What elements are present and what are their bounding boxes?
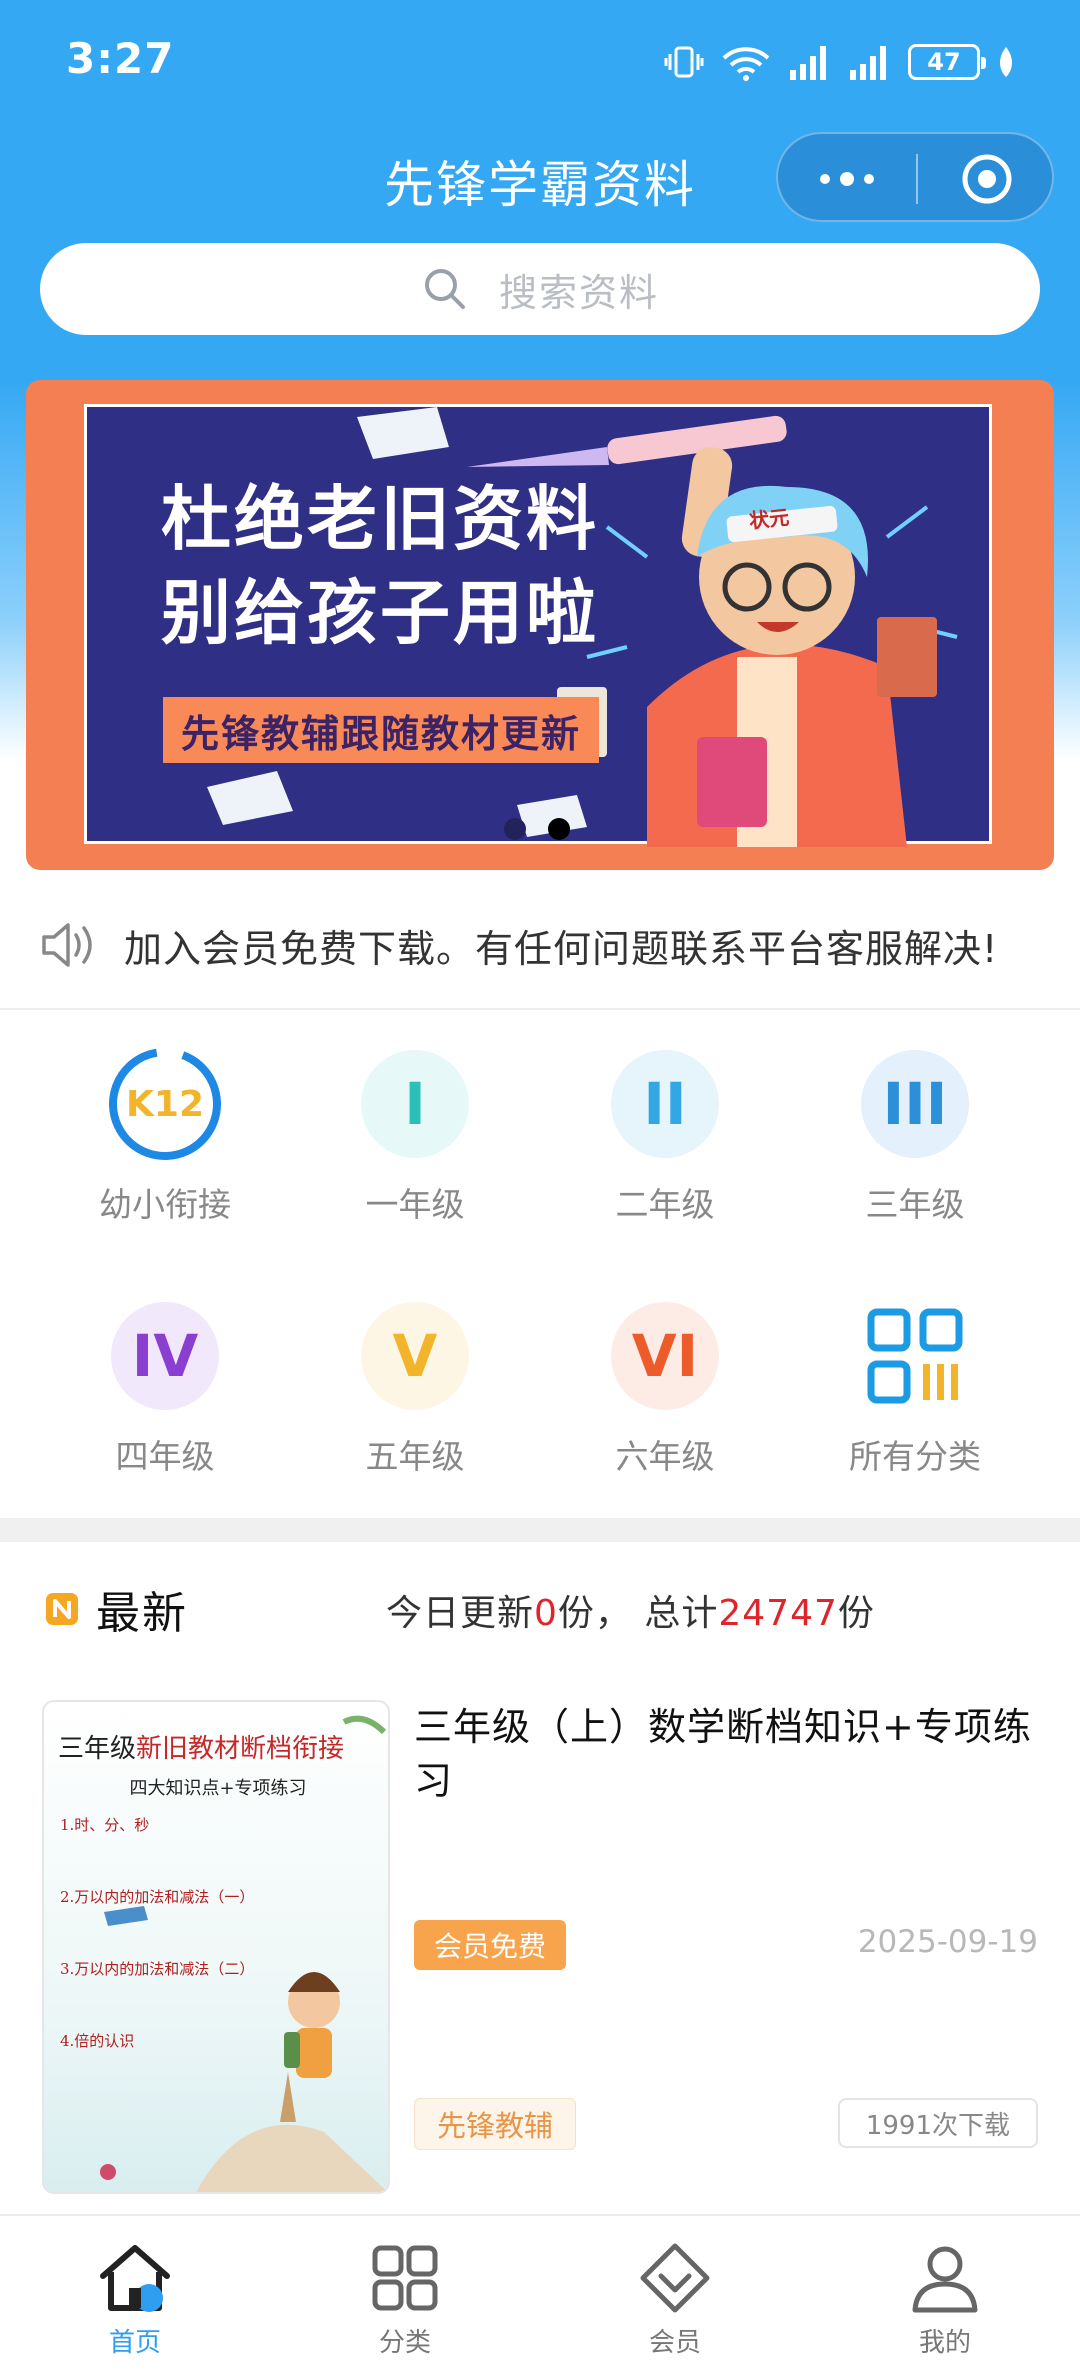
status-icons: 47 [664, 40, 1016, 84]
grade-icon-text: IV [131, 1322, 199, 1390]
grade-4-icon: IV [111, 1302, 219, 1410]
tab-home[interactable]: 首页 [0, 2216, 270, 2373]
miniapp-capsule [776, 132, 1054, 222]
promo-banner[interactable]: 杜绝老旧资料 别给孩子用啦 先锋教辅跟随教材更新 状元 [26, 380, 1054, 870]
grade-5-icon: V [361, 1302, 469, 1410]
status-time: 3:27 [66, 34, 175, 83]
grade-1[interactable]: I 一年级 [290, 1050, 540, 1250]
grade-6-icon: VI [611, 1302, 719, 1410]
carousel-dot-active[interactable] [548, 818, 570, 840]
today-count: 0 [534, 1593, 558, 1634]
home-icon [100, 2245, 170, 2312]
close-miniapp-button[interactable] [918, 134, 1056, 224]
battery-level: 47 [927, 48, 961, 76]
banner-hat-text: 状元 [748, 504, 791, 534]
latest-header: 最新 [44, 1574, 188, 1644]
section-separator [0, 1518, 1080, 1542]
grade-kindergarten[interactable]: K12 幼小衔接 [40, 1048, 290, 1250]
grade-3[interactable]: III 三年级 [790, 1050, 1040, 1250]
bottom-tab-bar: 首页 分类 会员 我的 [0, 2214, 1080, 2373]
grade-label: 五年级 [365, 1437, 465, 1476]
announcement-text: 加入会员免费下载。有任何问题联系平台客服解决! [124, 926, 999, 971]
publish-date: 2025-09-19 [857, 1924, 1038, 1960]
banner-panel: 杜绝老旧资料 别给孩子用啦 先锋教辅跟随教材更新 状元 [84, 404, 992, 847]
material-thumbnail[interactable]: 三年级新旧教材断档衔接 四大知识点+专项练习 1.时、分、秒 2.万以内的加法和… [42, 1700, 390, 2194]
stats-prefix: 今日更新 [386, 1593, 535, 1634]
tab-profile[interactable]: 我的 [810, 2216, 1080, 2373]
material-title[interactable]: 三年级（上）数学断档知识+专项练习 [414, 1700, 1034, 1808]
latest-title: 最新 [96, 1588, 188, 1639]
grade-label: 一年级 [365, 1185, 465, 1224]
grade-2[interactable]: II 二年级 [540, 1050, 790, 1250]
k12-icon: K12 [109, 1048, 221, 1161]
tab-label: 我的 [918, 2328, 971, 2358]
banner-headline-2: 别给孩子用啦 [161, 572, 599, 654]
thumbnail-illustration [100, 1715, 388, 2192]
app-root: 3:27 47 先锋学霸资料 搜索资料 杜绝老旧资料 别给孩子用啦 先锋教辅跟随… [0, 0, 1080, 2373]
grade-3-icon: III [861, 1050, 969, 1158]
tab-category[interactable]: 分类 [270, 2216, 540, 2373]
target-icon [962, 154, 1012, 204]
grade-label: 二年级 [615, 1185, 715, 1224]
grade-label: 六年级 [615, 1437, 715, 1476]
banner-headline-1: 杜绝老旧资料 [161, 478, 599, 560]
leaf-icon [1000, 47, 1012, 77]
grade-5[interactable]: V 五年级 [290, 1302, 540, 1502]
wifi-icon [722, 47, 770, 81]
carousel-dot[interactable] [504, 818, 526, 840]
search-bar[interactable]: 搜索资料 [40, 243, 1040, 335]
profile-icon [912, 2246, 978, 2313]
carousel-indicator [504, 818, 570, 840]
signal-icon-2 [850, 46, 886, 80]
banner-subtitle: 先锋教辅跟随教材更新 [163, 697, 600, 763]
more-button[interactable] [778, 134, 916, 224]
more-dots-icon [820, 172, 874, 186]
new-badge-icon [46, 1593, 78, 1625]
grade-label: 四年级 [115, 1437, 215, 1476]
signal-icon [790, 46, 826, 80]
grade-1-icon: I [361, 1050, 469, 1158]
update-stats: 今日更新0份， 总计24747份 [386, 1584, 875, 1636]
vip-icon [640, 2243, 710, 2313]
tab-label: 首页 [108, 2328, 161, 2358]
grade-label: 三年级 [865, 1185, 965, 1224]
stats-mid: 份， 总计 [557, 1593, 719, 1634]
vibrate-icon [664, 46, 704, 78]
total-count: 24747 [718, 1593, 838, 1634]
grade-icon-text: K12 [126, 1083, 204, 1125]
grid-icon [861, 1302, 969, 1410]
grade-icon-text: III [882, 1070, 948, 1138]
brand-badge: 先锋教辅 [414, 2098, 577, 2150]
category-icon [372, 2245, 438, 2311]
grade-label: 幼小衔接 [99, 1185, 231, 1224]
divider [0, 1008, 1080, 1010]
tab-vip[interactable]: 会员 [540, 2216, 810, 2373]
download-count: 1991次下载 [837, 2098, 1038, 2148]
battery-icon: 47 [908, 44, 986, 80]
vip-free-badge: 会员免费 [414, 1920, 567, 1970]
search-placeholder: 搜索资料 [498, 270, 659, 315]
grade-icon-text: I [404, 1070, 426, 1138]
all-categories[interactable]: 所有分类 [790, 1302, 1040, 1502]
announcement-bar[interactable]: 加入会员免费下载。有任何问题联系平台客服解决! [40, 915, 998, 975]
stats-suffix: 份 [837, 1593, 875, 1634]
tab-label: 分类 [378, 2328, 431, 2358]
grade-2-icon: II [611, 1050, 719, 1158]
speaker-icon [42, 923, 92, 967]
grade-icon-text: V [392, 1322, 438, 1390]
grade-4[interactable]: IV 四年级 [40, 1302, 290, 1502]
status-bar: 3:27 47 [0, 0, 1080, 120]
grade-icon-text: II [643, 1070, 687, 1138]
grade-label: 所有分类 [849, 1437, 981, 1476]
grade-6[interactable]: VI 六年级 [540, 1302, 790, 1502]
grade-icon-text: VI [631, 1322, 699, 1390]
search-icon [424, 269, 465, 309]
tab-label: 会员 [648, 2328, 701, 2358]
